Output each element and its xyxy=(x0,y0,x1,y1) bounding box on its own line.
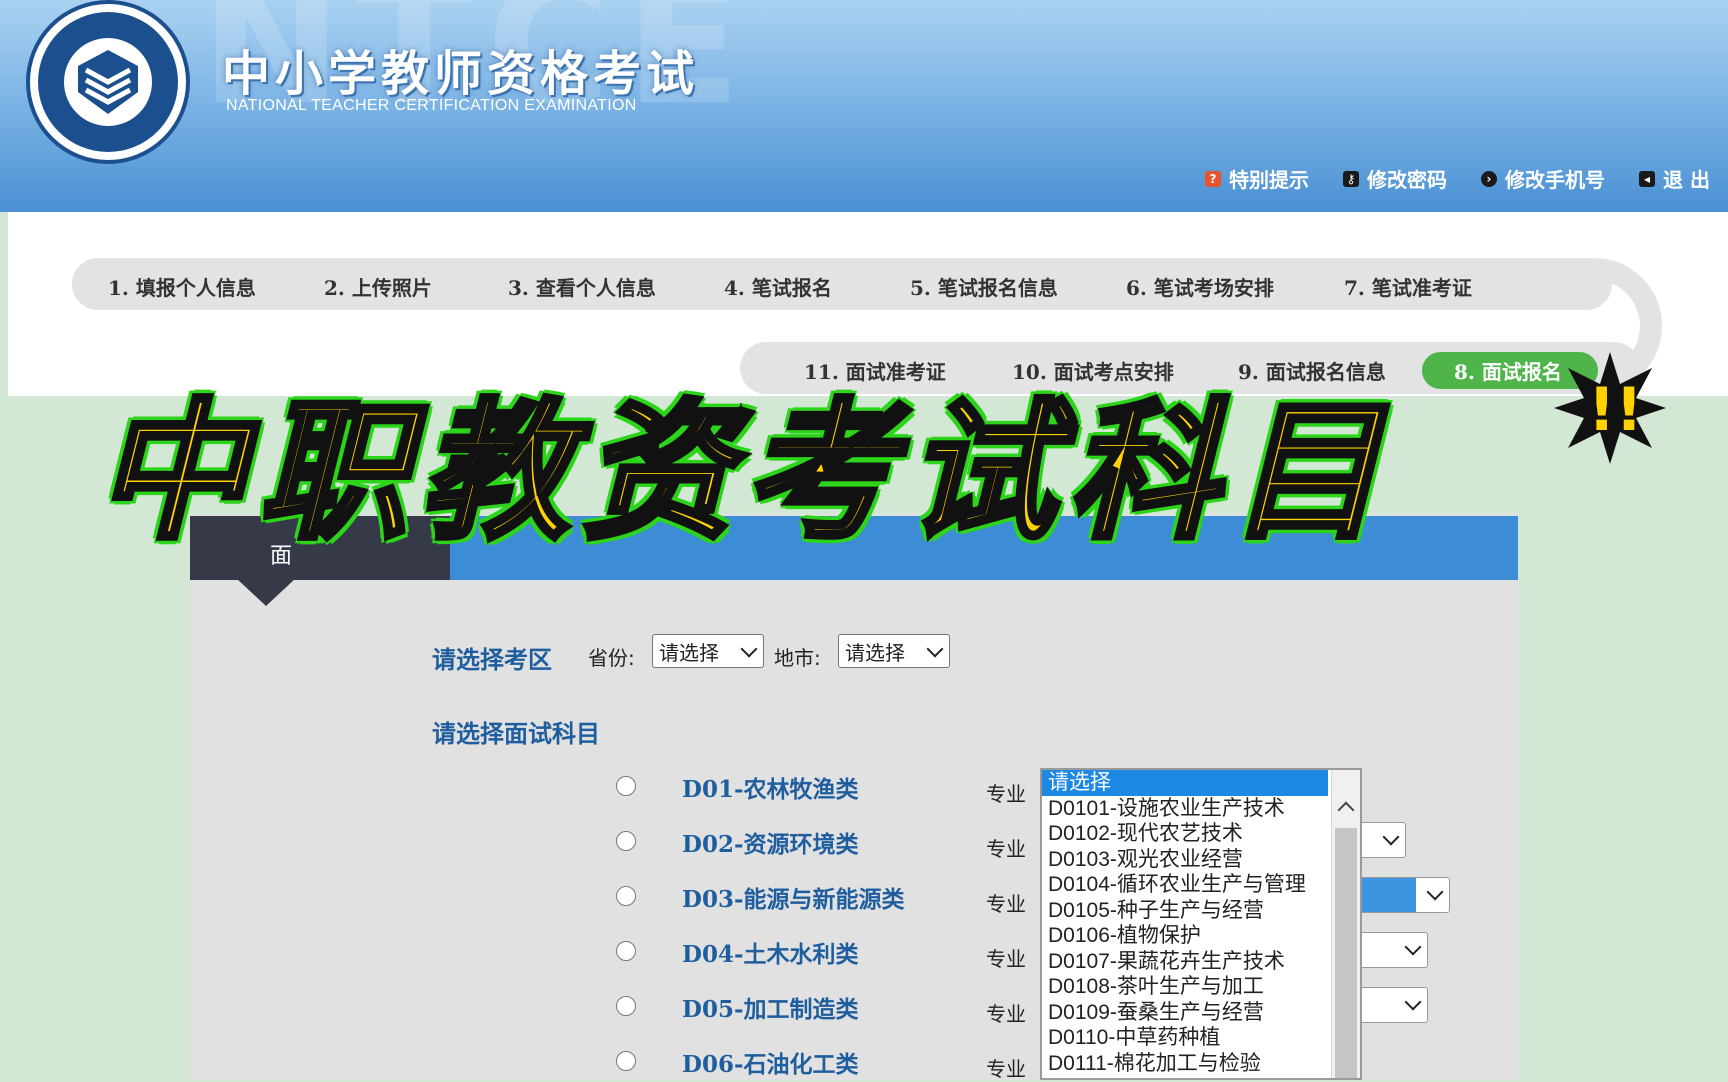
change-phone-link[interactable]: › 修改手机号 xyxy=(1481,164,1605,193)
city-select-value: 请选择 xyxy=(845,641,905,665)
chevron-down-icon xyxy=(1404,993,1422,1011)
step-11-interview-admission[interactable]: 11. 面试准考证 xyxy=(804,356,946,385)
region-label: 请选择考区 xyxy=(432,645,552,674)
chevron-down-icon xyxy=(926,640,944,658)
subject-d06: D06-石油化工类 xyxy=(682,1051,859,1078)
city-label: 地市: xyxy=(774,646,821,670)
change-password-label: 修改密码 xyxy=(1367,168,1448,192)
subject-d03: D03-能源与新能源类 xyxy=(682,886,905,913)
key-icon: ⚷ xyxy=(1343,170,1360,187)
major-dropdown-list[interactable]: 请选择 D0101-设施农业生产技术 D0102-现代农艺技术 D0103-观光… xyxy=(1040,768,1362,1080)
burst-exclaim-text: !! xyxy=(1588,375,1643,445)
subject-radio-d06[interactable] xyxy=(616,1051,636,1071)
step-4-written-register[interactable]: 4. 笔试报名 xyxy=(724,272,832,301)
phone-icon: › xyxy=(1481,170,1498,187)
dropdown-scrollbar[interactable] xyxy=(1331,770,1360,1078)
change-phone-label: 修改手机号 xyxy=(1505,168,1606,192)
dropdown-option[interactable]: D0104-循环农业生产与管理 xyxy=(1042,872,1328,898)
panel-tab-pointer xyxy=(236,578,296,606)
chevron-up-icon[interactable] xyxy=(1337,801,1355,819)
step-10-interview-site[interactable]: 10. 面试考点安排 xyxy=(1012,356,1174,385)
dropdown-option[interactable]: 请选择 xyxy=(1042,770,1328,796)
special-notice-link[interactable]: ? 特别提示 xyxy=(1205,164,1309,193)
dropdown-option[interactable]: D0106-植物保护 xyxy=(1042,923,1328,949)
special-notice-label: 特别提示 xyxy=(1229,168,1310,192)
subject-radio-d02[interactable] xyxy=(616,831,636,851)
subject-radio-d04[interactable] xyxy=(616,941,636,961)
overlay-banner-title: 中职教资考试科目 xyxy=(93,386,1393,560)
subject-d02: D02-资源环境类 xyxy=(682,831,859,858)
site-header: NTCE 中小学教师资格考试 NATIONAL TEACHER CERTIFIC… xyxy=(0,0,1728,212)
step-1-fill-info[interactable]: 1. 填报个人信息 xyxy=(108,272,256,301)
subject-d01: D01-农林牧渔类 xyxy=(682,776,859,803)
step-3-view-info[interactable]: 3. 查看个人信息 xyxy=(508,272,656,301)
major-label: 专业 xyxy=(986,837,1026,861)
chevron-down-icon xyxy=(740,640,758,658)
chevron-down-icon xyxy=(1426,883,1444,901)
province-select-value: 请选择 xyxy=(659,641,719,665)
subject-d05: D05-加工制造类 xyxy=(682,996,859,1023)
subject-d04: D04-土木水利类 xyxy=(682,941,859,968)
province-select[interactable]: 请选择 xyxy=(652,634,764,668)
dropdown-option[interactable]: D0109-蚕桑生产与经营 xyxy=(1042,1000,1328,1026)
question-icon: ? xyxy=(1205,170,1222,187)
major-label: 专业 xyxy=(986,1002,1026,1026)
city-select[interactable]: 请选择 xyxy=(838,634,950,668)
province-label: 省份: xyxy=(588,646,635,670)
dropdown-option[interactable]: D0102-现代农艺技术 xyxy=(1042,821,1328,847)
scrollbar-thumb[interactable] xyxy=(1335,828,1357,1078)
site-title: 中小学教师资格考试 xyxy=(222,46,700,102)
subject-radio-d03[interactable] xyxy=(616,886,636,906)
major-label: 专业 xyxy=(986,892,1026,916)
subject-radio-d01[interactable] xyxy=(616,776,636,796)
dropdown-option[interactable]: D0103-观光农业经营 xyxy=(1042,847,1328,873)
ntce-logo xyxy=(26,0,190,164)
site-subtitle: NATIONAL TEACHER CERTIFICATION EXAMINATI… xyxy=(226,97,637,114)
exclamation-burst-icon: !! xyxy=(1554,352,1666,464)
subject-radio-d05[interactable] xyxy=(616,996,636,1016)
dropdown-option[interactable]: D0108-茶叶生产与加工 xyxy=(1042,974,1328,1000)
major-label: 专业 xyxy=(986,947,1026,971)
step-5-written-register-info[interactable]: 5. 笔试报名信息 xyxy=(910,272,1058,301)
dropdown-option[interactable]: D0101-设施农业生产技术 xyxy=(1042,796,1328,822)
step-9-interview-register-info[interactable]: 9. 面试报名信息 xyxy=(1238,356,1386,385)
chevron-down-icon xyxy=(1404,938,1422,956)
major-label: 专业 xyxy=(986,1057,1026,1081)
step-7-written-admission[interactable]: 7. 笔试准考证 xyxy=(1344,272,1472,301)
book-logo-icon xyxy=(78,50,138,114)
subject-label: 请选择面试科目 xyxy=(432,719,600,748)
logout-link[interactable]: ◂ 退 出 xyxy=(1639,164,1710,193)
major-label: 专业 xyxy=(986,782,1026,806)
header-links: ? 特别提示 ⚷ 修改密码 › 修改手机号 ◂ 退 出 xyxy=(1205,164,1710,193)
logout-icon: ◂ xyxy=(1639,170,1656,187)
logout-label: 退 出 xyxy=(1663,168,1710,192)
change-password-link[interactable]: ⚷ 修改密码 xyxy=(1343,164,1447,193)
dropdown-option[interactable]: D0110-中草药种植 xyxy=(1042,1025,1328,1051)
step-2-upload-photo[interactable]: 2. 上传照片 xyxy=(324,272,432,301)
chevron-down-icon xyxy=(1382,828,1400,846)
dropdown-option[interactable]: D0107-果蔬花卉生产技术 xyxy=(1042,949,1328,975)
step-6-written-exam-room[interactable]: 6. 笔试考场安排 xyxy=(1126,272,1274,301)
dropdown-option[interactable]: D0111-棉花加工与检验 xyxy=(1042,1051,1328,1077)
dropdown-option[interactable]: D0105-种子生产与经营 xyxy=(1042,898,1328,924)
